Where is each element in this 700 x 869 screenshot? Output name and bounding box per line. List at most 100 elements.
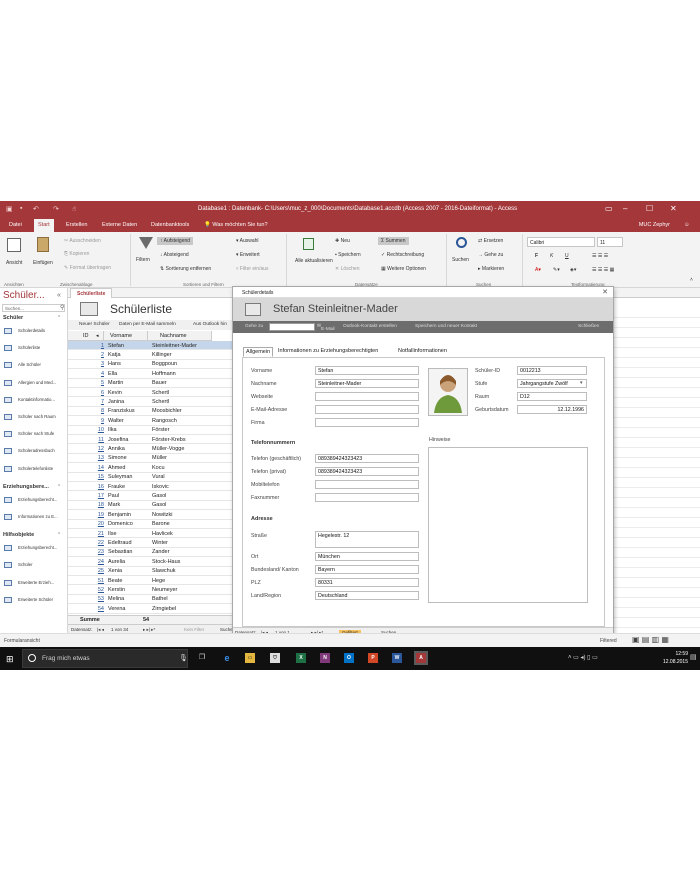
fill-color-icon[interactable]: ◈▾	[570, 267, 576, 273]
stufe-dropdown[interactable]: Jahrgangstufe Zwölf	[517, 379, 587, 388]
row-id-link[interactable]: 22	[88, 540, 104, 546]
table-row[interactable]: 6 Kevin Schertl	[68, 388, 238, 398]
nav-item[interactable]: Schülerdetails	[4, 327, 66, 337]
row-nachname[interactable]: Havlicek	[152, 531, 173, 537]
state-field[interactable]: Bayern	[315, 565, 419, 574]
row-nachname[interactable]: Kocu	[152, 465, 165, 471]
nav-title[interactable]: Schüler...	[3, 290, 45, 301]
row-nachname[interactable]: Barone	[152, 521, 170, 527]
tab-erstellen[interactable]: Erstellen	[66, 222, 87, 228]
row-id-link[interactable]: 7	[88, 399, 104, 405]
row-id-link[interactable]: 16	[88, 484, 104, 490]
row-id-link[interactable]: 1	[88, 343, 104, 349]
close-icon[interactable]: ✕	[670, 204, 677, 213]
store-icon[interactable]: ⛉	[270, 653, 280, 663]
tab-datenbanktools[interactable]: Datenbanktools	[151, 222, 189, 228]
excel-icon[interactable]: X	[296, 653, 306, 663]
delete-record-button[interactable]: ✕ Löschen	[335, 266, 360, 272]
table-row[interactable]: 15 Suleyman Vural	[68, 473, 238, 482]
column-menu-icon[interactable]: ◂	[96, 333, 99, 339]
tell-me-box[interactable]: 💡 Was möchten Sie tun?	[204, 222, 268, 228]
row-vorname[interactable]: Mark	[108, 502, 120, 508]
replace-button[interactable]: ⇄ Ersetzen	[478, 238, 503, 244]
phone-work-field[interactable]: 089389424323423	[315, 454, 419, 463]
touch-mode-icon[interactable]: ☝	[72, 205, 76, 213]
user-name[interactable]: MUC Zephyr	[639, 222, 670, 228]
filter-icon[interactable]	[139, 237, 153, 249]
tab-erziehungsberechtigte[interactable]: Informationen zu Erziehungsberechtigten	[276, 347, 380, 355]
nav-item[interactable]: Schülerliste	[4, 344, 66, 354]
cortana-search[interactable]: Frag mich etwas 🎙	[22, 649, 188, 668]
row-id-link[interactable]: 15	[88, 474, 104, 480]
table-row[interactable]: 19 Benjamin Nowitzki	[68, 510, 238, 520]
goto-button[interactable]: → Gehe zu	[478, 252, 503, 258]
cut-button[interactable]: ✂ Ausschneiden	[64, 238, 101, 244]
indent-icon[interactable]: ☰ ☰ ☰	[592, 253, 608, 259]
table-row[interactable]: 21 Ilse Havlicek	[68, 529, 238, 539]
save-new-link[interactable]: Speichern und neuer Kontakt	[415, 324, 477, 329]
select-button[interactable]: ▸ Markieren	[478, 266, 504, 272]
table-row[interactable]: 8 Franziskus Moosbichler	[68, 407, 238, 417]
nav-item[interactable]: Schüler nach Stufe	[4, 430, 66, 440]
nav-item[interactable]: Erweiterte Erzieh...	[4, 579, 66, 589]
row-vorname[interactable]: Beate	[108, 578, 122, 584]
city-field[interactable]: München	[315, 552, 419, 561]
column-header-nachname[interactable]: Nachname	[148, 331, 212, 341]
clock[interactable]: 12:59 12.08.2015	[663, 650, 688, 666]
search-icon[interactable]	[456, 237, 467, 248]
table-row[interactable]: 13 Simone Müller	[68, 454, 238, 464]
record-position[interactable]: 1 von 34	[111, 627, 128, 632]
row-nachname[interactable]: Stock-Haus	[152, 559, 180, 565]
row-vorname[interactable]: Franziskus	[108, 408, 135, 414]
table-row[interactable]: 5 Martin Bauer	[68, 379, 238, 388]
view-button[interactable]: Ansicht	[6, 260, 22, 266]
row-vorname[interactable]: Katja	[108, 352, 121, 358]
row-id-link[interactable]: 4	[88, 371, 104, 377]
underline-button[interactable]: U	[565, 253, 569, 259]
row-id-link[interactable]: 25	[88, 568, 104, 574]
nav-item[interactable]: Kontaktinformatio...	[4, 396, 66, 406]
row-id-link[interactable]: 13	[88, 455, 104, 461]
row-id-link[interactable]: 17	[88, 493, 104, 499]
nav-item[interactable]: Schüler	[4, 561, 66, 571]
selection-button[interactable]: ▾ Auswahl	[236, 238, 259, 244]
totals-value[interactable]: 54	[143, 617, 149, 623]
row-vorname[interactable]: Ahmed	[108, 465, 125, 471]
table-row[interactable]: 17 Paul Gasol	[68, 491, 238, 501]
row-nachname[interactable]: Neumeyer	[152, 587, 177, 593]
country-field[interactable]: Deutschland	[315, 591, 419, 600]
row-nachname[interactable]: Hege	[152, 578, 165, 584]
word-icon[interactable]: W	[392, 653, 402, 663]
row-vorname[interactable]: Suleyman	[108, 474, 132, 480]
copy-button[interactable]: ⎘ Kopieren	[64, 251, 89, 257]
nav-item[interactable]: Schüler nach Raum	[4, 413, 66, 423]
italic-button[interactable]: K	[550, 253, 553, 259]
refresh-all-button[interactable]: Alle aktualisieren	[295, 258, 333, 265]
row-vorname[interactable]: Hans	[108, 361, 121, 367]
outlook-icon[interactable]: O	[344, 653, 354, 663]
table-row[interactable]: 18 Mark Gasol	[68, 501, 238, 511]
email-link[interactable]: ✉ E-Mail	[317, 324, 335, 332]
row-id-link[interactable]: 21	[88, 531, 104, 537]
row-vorname[interactable]: Ella	[108, 371, 117, 377]
font-color-icon[interactable]: A▾	[535, 267, 541, 273]
table-row[interactable]: 53 Melina Bathel	[68, 595, 238, 605]
nav-item[interactable]: Erziehungsberecht...	[4, 544, 66, 554]
task-view-icon[interactable]: ❐	[197, 653, 207, 663]
row-vorname[interactable]: Simone	[108, 455, 127, 461]
table-row[interactable]: 9 Walter Rangosch	[68, 416, 238, 426]
nav-item[interactable]: Alle Schüler	[4, 361, 66, 371]
new-record-button[interactable]: ✚ Neu	[335, 238, 350, 244]
row-nachname[interactable]: Moosbichler	[152, 408, 182, 414]
powerpoint-icon[interactable]: P	[368, 653, 378, 663]
tab-start[interactable]: Start	[34, 219, 54, 232]
row-id-link[interactable]: 2	[88, 352, 104, 358]
row-vorname[interactable]: Aurelia	[108, 559, 125, 565]
raum-field[interactable]: D12	[517, 392, 587, 401]
highlight-icon[interactable]: ✎▾	[553, 267, 560, 273]
collapse-pane-icon[interactable]: «	[57, 292, 61, 299]
toggle-filter-button[interactable]: ▿ Filter ein/aus	[236, 266, 269, 272]
phone-private-field[interactable]: 089389424323423	[315, 467, 419, 476]
tab-externe-daten[interactable]: Externe Daten	[102, 222, 137, 228]
firma-field[interactable]	[315, 418, 419, 427]
